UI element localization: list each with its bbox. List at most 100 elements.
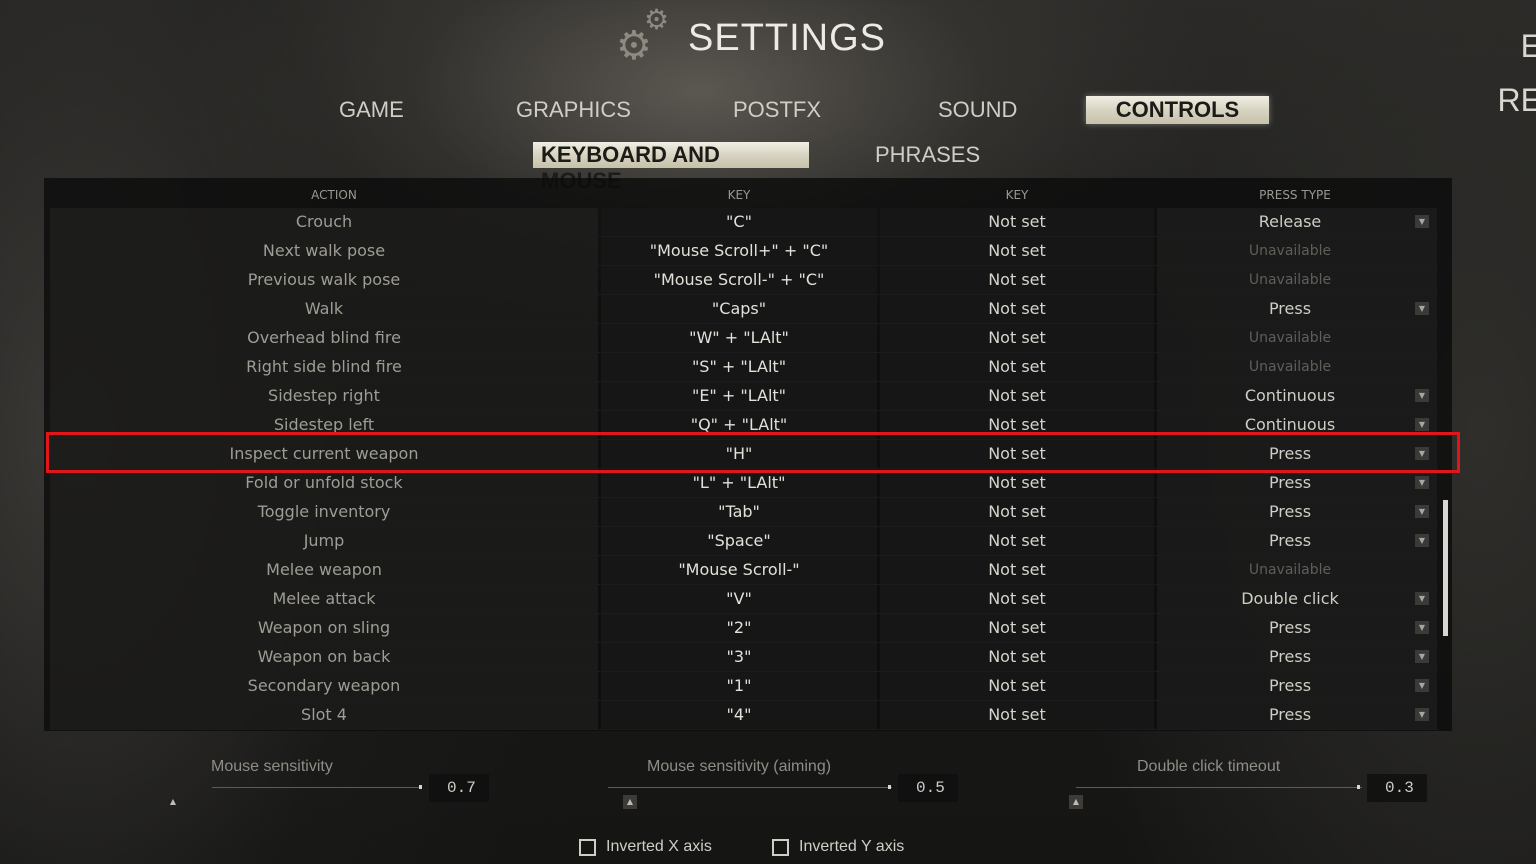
key2-cell[interactable]: Not set <box>880 353 1154 381</box>
key1-cell[interactable]: "H" <box>601 440 877 468</box>
table-row[interactable]: Previous walk pose "Mouse Scroll-" + "C" N… <box>50 266 1438 295</box>
slider-track-mouse-sensitivity[interactable] <box>212 787 422 788</box>
table-row[interactable]: Inspect current weapon "H" Not set Press ▼ <box>50 440 1438 469</box>
press-type-cell[interactable]: Press ▼ <box>1157 701 1437 729</box>
caret-up-icon[interactable]: ▲ <box>623 795 637 809</box>
key2-cell[interactable]: Not set <box>880 440 1154 468</box>
key1-cell[interactable]: "W" + "LAlt" <box>601 324 877 352</box>
table-row[interactable]: Secondary weapon "1" Not set Press ▼ <box>50 672 1438 701</box>
press-type-cell[interactable]: Press ▼ <box>1157 614 1437 642</box>
table-row[interactable]: Sidestep right "E" + "LAlt" Not set Continu… <box>50 382 1438 411</box>
key2-cell[interactable]: Not set <box>880 266 1154 294</box>
key2-cell[interactable]: Not set <box>880 643 1154 671</box>
key2-cell[interactable]: Not set <box>880 295 1154 323</box>
chevron-down-icon[interactable]: ▼ <box>1415 592 1429 605</box>
chevron-down-icon[interactable]: ▼ <box>1415 389 1429 402</box>
table-row[interactable]: Melee attack "V" Not set Double click ▼ <box>50 585 1438 614</box>
tab-sound[interactable]: SOUND <box>938 96 1017 124</box>
chevron-down-icon[interactable]: ▼ <box>1415 215 1429 228</box>
chevron-down-icon[interactable]: ▼ <box>1415 476 1429 489</box>
chevron-down-icon[interactable]: ▼ <box>1415 650 1429 663</box>
key1-cell[interactable]: "C" <box>601 208 877 236</box>
key2-cell[interactable]: Not set <box>880 585 1154 613</box>
key1-cell[interactable]: "S" + "LAlt" <box>601 353 877 381</box>
chevron-down-icon[interactable]: ▼ <box>1415 708 1429 721</box>
table-row[interactable]: Walk "Caps" Not set Press ▼ <box>50 295 1438 324</box>
key2-cell[interactable]: Not set <box>880 498 1154 526</box>
table-row[interactable]: Crouch "C" Not set Release ▼ <box>50 208 1438 237</box>
key2-cell[interactable]: Not set <box>880 469 1154 497</box>
chevron-down-icon[interactable]: ▼ <box>1415 621 1429 634</box>
key2-cell[interactable]: Not set <box>880 324 1154 352</box>
key1-cell[interactable]: "Q" + "LAlt" <box>601 411 877 439</box>
table-row[interactable]: Toggle inventory "Tab" Not set Press ▼ <box>50 498 1438 527</box>
table-row[interactable]: Next walk pose "Mouse Scroll+" + "C" Not s… <box>50 237 1438 266</box>
table-row[interactable]: Jump "Space" Not set Press ▼ <box>50 527 1438 556</box>
key1-cell[interactable]: "1" <box>601 672 877 700</box>
key1-cell[interactable]: "Tab" <box>601 498 877 526</box>
press-type-cell[interactable]: Press ▼ <box>1157 672 1437 700</box>
subtab-keyboard-and-mouse[interactable]: KEYBOARD AND MOUSE <box>533 142 809 193</box>
press-type-cell[interactable]: Release ▼ <box>1157 208 1437 236</box>
caret-up-icon[interactable]: ▲ <box>1069 795 1083 809</box>
table-row[interactable]: Weapon on back "3" Not set Press ▼ <box>50 643 1438 672</box>
table-row[interactable]: Slot 4 "4" Not set Press ▼ <box>50 701 1438 730</box>
chevron-down-icon[interactable]: ▼ <box>1415 679 1429 692</box>
chevron-down-icon[interactable]: ▼ <box>1415 418 1429 431</box>
inverted-y-checkbox[interactable] <box>772 838 789 856</box>
press-type-cell[interactable]: Press ▼ <box>1157 527 1437 555</box>
table-row[interactable]: Fold or unfold stock "L" + "LAlt" Not set P… <box>50 469 1438 498</box>
key2-cell[interactable]: Not set <box>880 614 1154 642</box>
chevron-down-icon[interactable]: ▼ <box>1415 302 1429 315</box>
slider-track-mouse-sensitivity-aiming[interactable] <box>608 787 892 788</box>
slider-value-mouse-sensitivity[interactable]: 0.7 <box>429 774 489 802</box>
press-type-cell[interactable]: Double click ▼ <box>1157 585 1437 613</box>
slider-knob-mouse-sensitivity-aiming[interactable] <box>888 785 891 789</box>
key1-cell[interactable]: "L" + "LAlt" <box>601 469 877 497</box>
key2-cell[interactable]: Not set <box>880 672 1154 700</box>
press-type-cell[interactable]: Continuous ▼ <box>1157 411 1437 439</box>
table-scrollbar[interactable] <box>1443 500 1448 636</box>
chevron-down-icon[interactable]: ▼ <box>1415 447 1429 460</box>
key2-cell[interactable]: Not set <box>880 237 1154 265</box>
key2-cell[interactable]: Not set <box>880 208 1154 236</box>
table-row[interactable]: Melee weapon "Mouse Scroll-" Not set Unavai… <box>50 556 1438 585</box>
key2-cell[interactable]: Not set <box>880 527 1154 555</box>
press-type-cell[interactable]: Press ▼ <box>1157 469 1437 497</box>
caret-up-icon[interactable]: ▲ <box>166 795 180 809</box>
chevron-down-icon[interactable]: ▼ <box>1415 505 1429 518</box>
key2-cell[interactable]: Not set <box>880 701 1154 729</box>
press-type-cell[interactable]: Press ▼ <box>1157 440 1437 468</box>
slider-value-mouse-sensitivity-aiming[interactable]: 0.5 <box>898 774 958 802</box>
table-row[interactable]: Overhead blind fire "W" + "LAlt" Not set Un… <box>50 324 1438 353</box>
key1-cell[interactable]: "Caps" <box>601 295 877 323</box>
key2-cell[interactable]: Not set <box>880 382 1154 410</box>
key1-cell[interactable]: "3" <box>601 643 877 671</box>
key1-cell[interactable]: "Mouse Scroll-" <box>601 556 877 584</box>
table-row[interactable]: Right side blind fire "S" + "LAlt" Not set… <box>50 353 1438 382</box>
table-row[interactable]: Sidestep left "Q" + "LAlt" Not set Continuo… <box>50 411 1438 440</box>
inverted-y-option[interactable]: Inverted Y axis <box>772 838 904 856</box>
key1-cell[interactable]: "Mouse Scroll-" + "C" <box>601 266 877 294</box>
subtab-phrases[interactable]: PHRASES <box>875 142 980 168</box>
chevron-down-icon[interactable]: ▼ <box>1415 534 1429 547</box>
slider-knob-double-click-timeout[interactable] <box>1357 785 1360 789</box>
key1-cell[interactable]: "2" <box>601 614 877 642</box>
press-type-cell[interactable]: Press ▼ <box>1157 295 1437 323</box>
tab-graphics[interactable]: GRAPHICS <box>516 96 631 124</box>
key2-cell[interactable]: Not set <box>880 411 1154 439</box>
key1-cell[interactable]: "4" <box>601 701 877 729</box>
key1-cell[interactable]: "E" + "LAlt" <box>601 382 877 410</box>
tab-controls[interactable]: CONTROLS <box>1086 96 1269 124</box>
inverted-x-checkbox[interactable] <box>579 838 596 856</box>
press-type-cell[interactable]: Continuous ▼ <box>1157 382 1437 410</box>
table-row[interactable]: Weapon on sling "2" Not set Press ▼ <box>50 614 1438 643</box>
key1-cell[interactable]: "Space" <box>601 527 877 555</box>
tab-game[interactable]: GAME <box>339 96 404 124</box>
slider-value-double-click-timeout[interactable]: 0.3 <box>1367 774 1427 802</box>
tab-postfx[interactable]: POSTFX <box>733 96 821 124</box>
key1-cell[interactable]: "V" <box>601 585 877 613</box>
slider-track-double-click-timeout[interactable] <box>1076 787 1362 788</box>
press-type-cell[interactable]: Press ▼ <box>1157 498 1437 526</box>
press-type-cell[interactable]: Press ▼ <box>1157 643 1437 671</box>
